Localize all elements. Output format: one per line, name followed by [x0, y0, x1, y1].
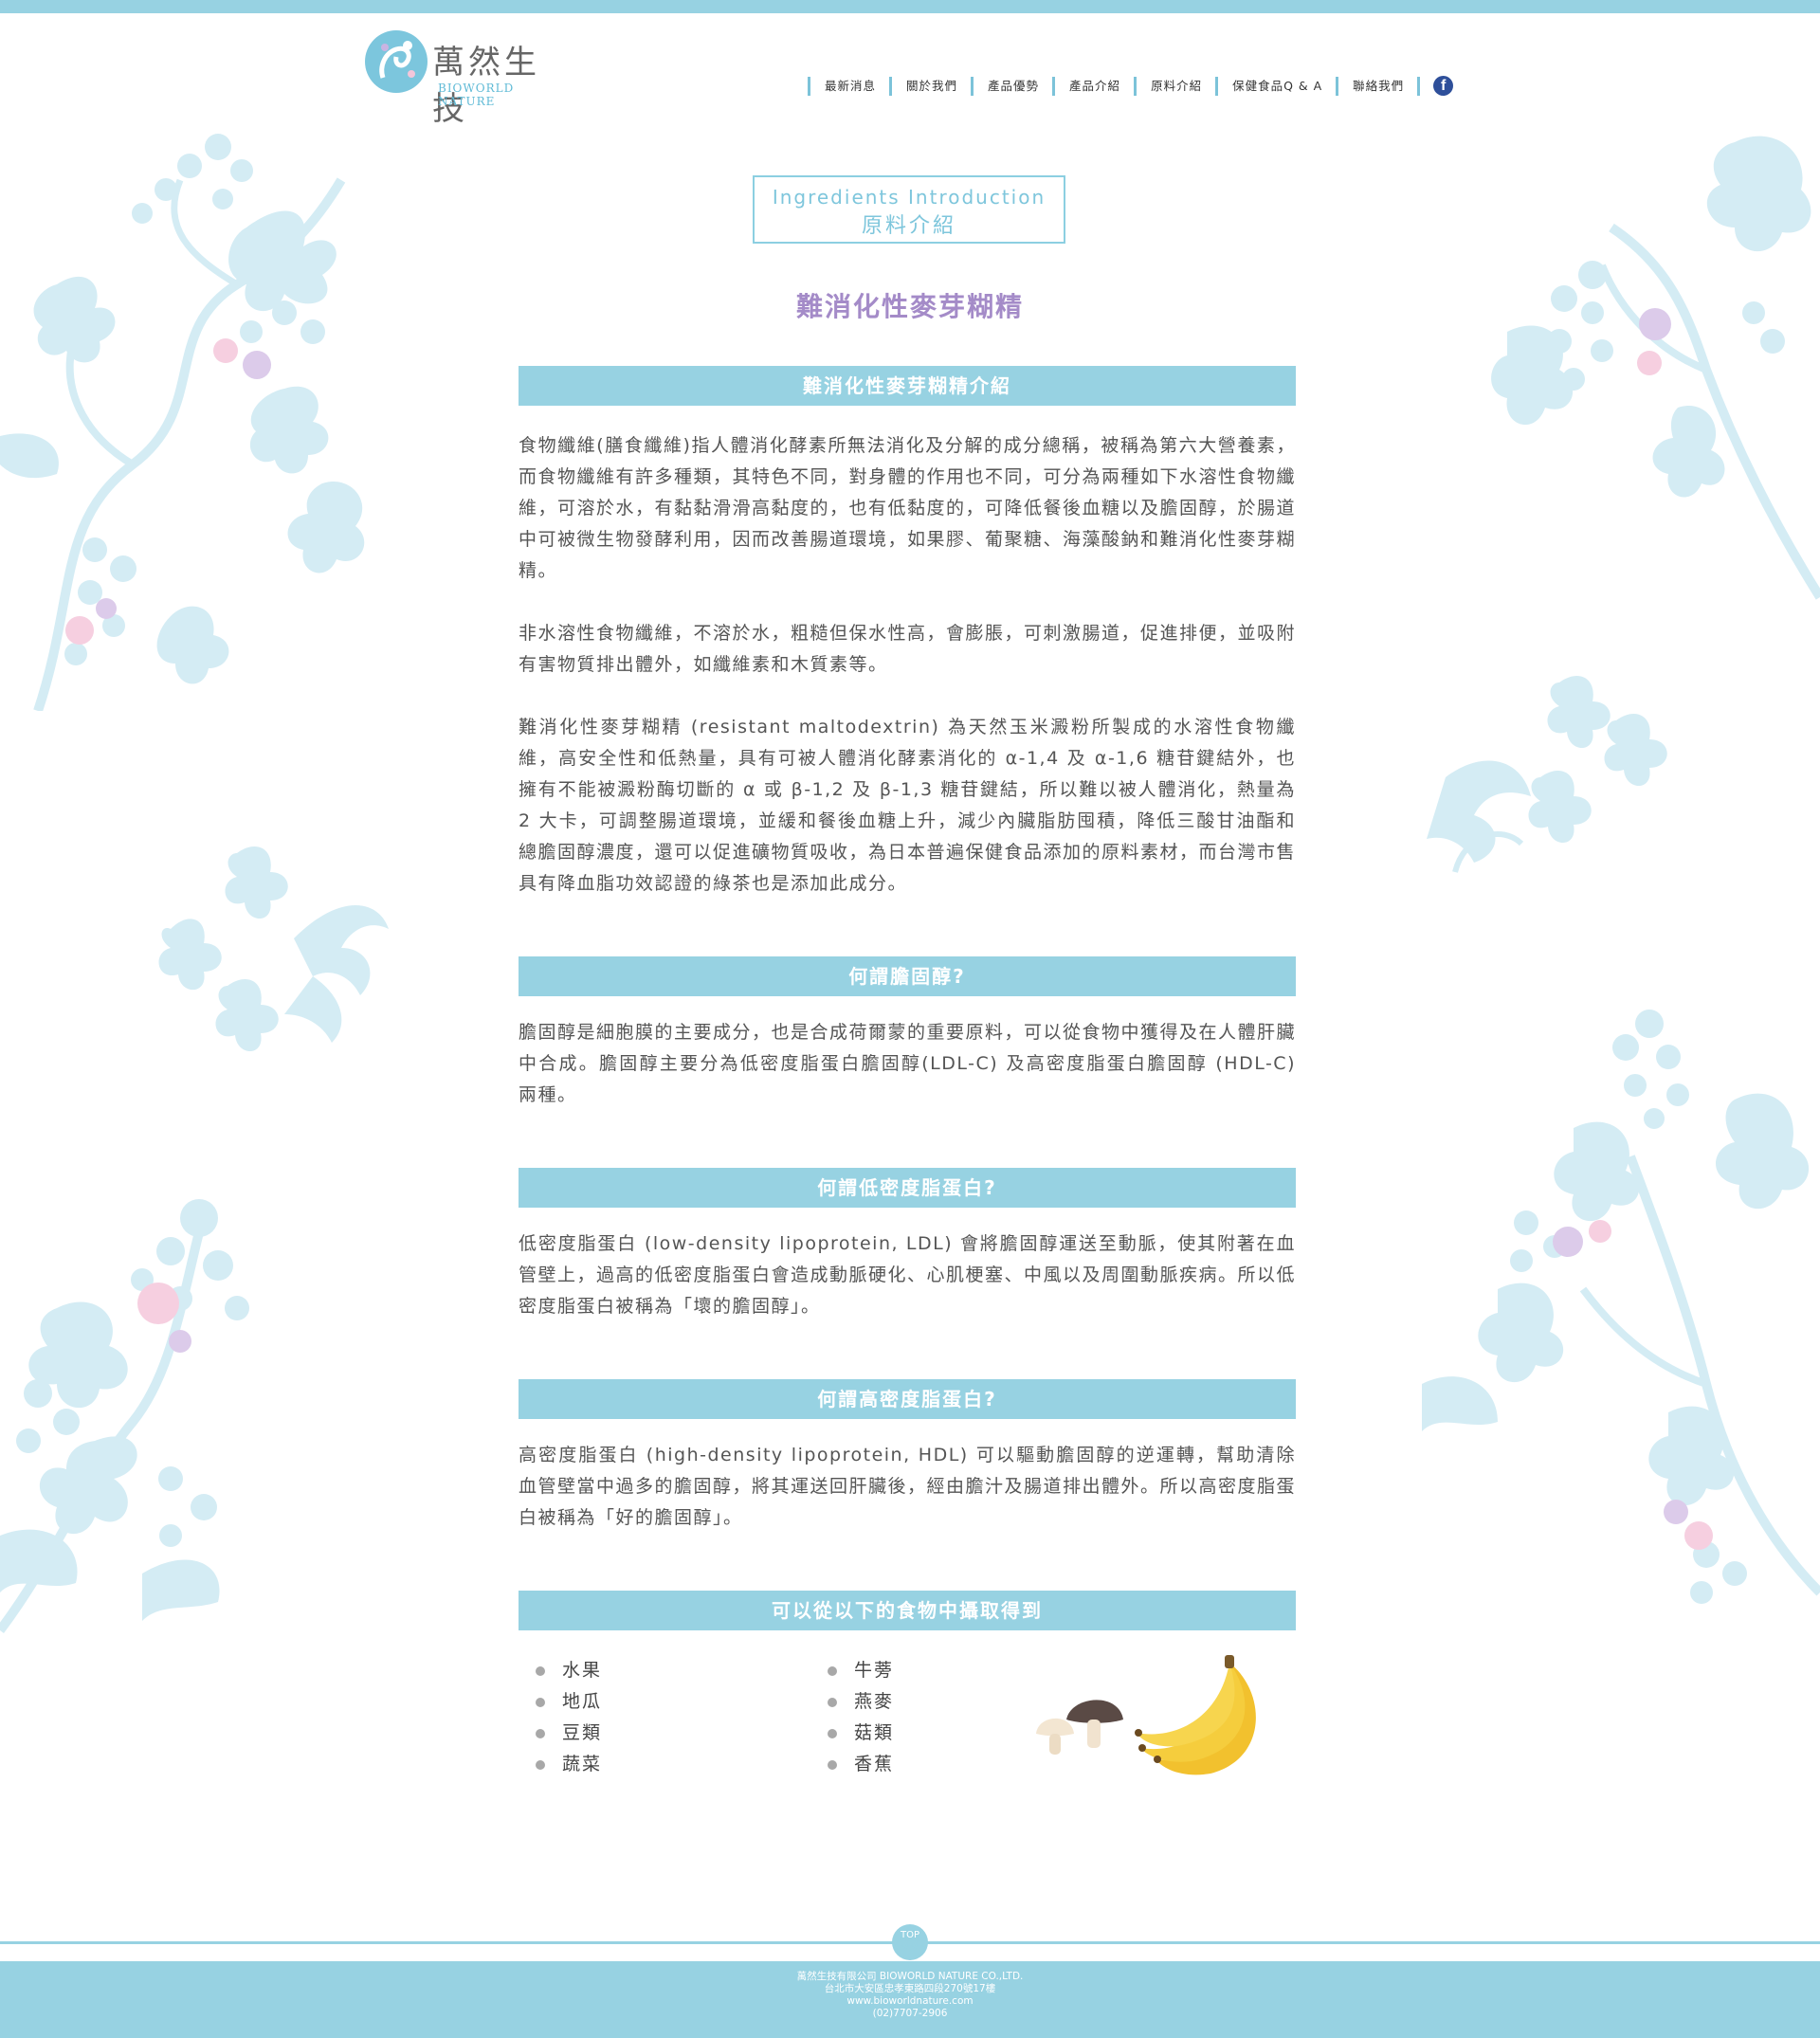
section-heading-hdl: 何謂高密度脂蛋白?	[519, 1379, 1296, 1419]
floral-decoration-right-bottom	[1422, 1010, 1820, 1604]
floral-decoration-right-top	[1491, 136, 1820, 600]
brand-logo[interactable]: 萬然生技 BIOWORLD NATURE	[362, 28, 552, 128]
footer-address: 台北市大安區忠孝東路四段270號17樓	[824, 1983, 996, 1994]
nav-item-about[interactable]: 關於我們	[889, 76, 971, 96]
footer: 萬然生技有限公司 BIOWORLD NATURE CO.,LTD. 台北市大安區…	[0, 1961, 1820, 2038]
product-title: 難消化性麥芽糊精	[795, 291, 1024, 322]
floral-decoration-left-bottom	[0, 1199, 249, 1633]
page-heading-cn: 原料介紹	[861, 214, 956, 238]
nav-item-ingredients[interactable]: 原料介紹	[1134, 76, 1215, 96]
food-list: 水果 地瓜 豆類 蔬菜 牛蒡 燕麥 菇類 香蕉	[519, 1655, 1296, 1826]
list-item: 香蕉	[810, 1749, 894, 1780]
section-heading-foods: 可以從以下的食物中攝取得到	[519, 1591, 1296, 1630]
list-item: 地瓜	[519, 1686, 602, 1718]
paragraph-hdl: 高密度脂蛋白 (high-density lipoprotein, HDL) 可…	[519, 1445, 1297, 1528]
nav-item-advantages[interactable]: 產品優勢	[971, 76, 1052, 96]
banana-icon	[1135, 1655, 1256, 1775]
list-item: 蔬菜	[519, 1749, 602, 1780]
paragraph-fiber: 食物纖維(膳食纖維)指人體消化酵素所無法消化及分解的成分總稱，被稱為第六大營養素…	[519, 435, 1297, 581]
footer-company: 萬然生技有限公司 BIOWORLD NATURE CO.,LTD.	[796, 1971, 1024, 1982]
brand-name-en: BIOWORLD NATURE	[438, 82, 515, 108]
floral-decoration-left-mid	[158, 846, 389, 1052]
paragraph-maltodextrin: 難消化性麥芽糊精 (resistant maltodextrin) 為天然玉米澱…	[519, 717, 1297, 894]
list-item: 牛蒡	[810, 1655, 894, 1686]
section-heading-cholesterol: 何謂膽固醇?	[519, 956, 1296, 996]
top-accent-bar	[0, 0, 1820, 13]
page-heading-en: Ingredients Introduction	[772, 186, 1046, 209]
nav-item-products[interactable]: 產品介紹	[1052, 76, 1134, 96]
page-heading-box: Ingredients Introduction 原料介紹	[753, 175, 1065, 244]
main-nav: 最新消息 關於我們 產品優勢 產品介紹 原料介紹 保健食品Q & A 聯絡我們 …	[808, 76, 1454, 96]
food-column-2: 牛蒡 燕麥 菇類 香蕉	[810, 1655, 894, 1780]
list-item: 豆類	[519, 1718, 602, 1749]
paragraph-cholesterol: 膽固醇是細胞膜的主要成分，也是合成荷爾蒙的重要原料，可以從食物中獲得及在人體肝臟…	[519, 1022, 1297, 1105]
footer-phone: (02)7707-2906	[872, 2008, 948, 2019]
section-heading-intro: 難消化性麥芽糊精介紹	[519, 366, 1296, 406]
nav-item-news[interactable]: 最新消息	[808, 76, 889, 96]
list-item: 燕麥	[810, 1686, 894, 1718]
logo-mark-icon	[365, 30, 428, 93]
paragraph-insoluble: 非水溶性食物纖維，不溶於水，粗糙但保水性高，會膨脹，可刺激腸道，促進排便，並吸附…	[519, 623, 1297, 675]
nav-item-contact[interactable]: 聯絡我們	[1336, 76, 1421, 96]
section-heading-ldl: 何謂低密度脂蛋白?	[519, 1168, 1296, 1208]
list-item: 水果	[519, 1655, 602, 1686]
facebook-icon[interactable]: f	[1433, 76, 1454, 96]
floral-decoration-left-top	[0, 134, 365, 711]
footer-website[interactable]: www.bioworldnature.com	[0, 1995, 1820, 2008]
nav-item-qa[interactable]: 保健食品Q & A	[1215, 76, 1336, 96]
floral-decoration-right-mid	[1427, 675, 1667, 873]
food-column-1: 水果 地瓜 豆類 蔬菜	[519, 1655, 602, 1780]
main-content: 難消化性麥芽糊精介紹 食物纖維(膳食纖維)指人體消化酵素所無法消化及分解的成分總…	[519, 366, 1296, 1826]
mushroom-icon	[1036, 1700, 1123, 1755]
list-item: 菇類	[810, 1718, 894, 1749]
back-to-top-button[interactable]: TOP	[892, 1924, 928, 1960]
paragraph-ldl: 低密度脂蛋白 (low-density lipoprotein, LDL) 會將…	[519, 1233, 1297, 1317]
